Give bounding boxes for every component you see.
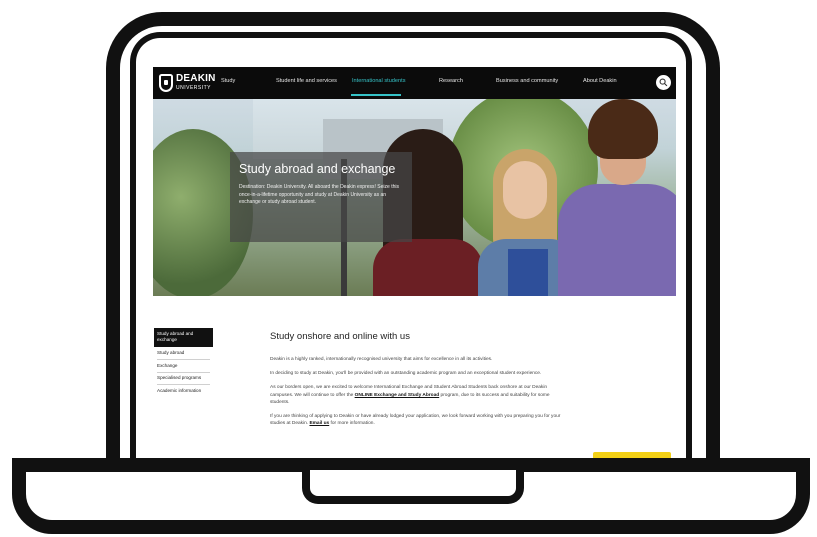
- nav-business-community[interactable]: Business and community: [496, 78, 558, 84]
- sidenav-specialised-programs[interactable]: Specialised programs: [154, 372, 213, 384]
- crest-icon: [159, 74, 173, 92]
- hero-banner: Study abroad and exchange Destination: D…: [153, 99, 676, 296]
- hero-card: Study abroad and exchange Destination: D…: [230, 152, 412, 242]
- nav-international-students[interactable]: International students: [352, 78, 406, 84]
- sidenav-exchange[interactable]: Exchange: [154, 360, 213, 372]
- hero-title: Study abroad and exchange: [239, 162, 396, 176]
- deakin-logo[interactable]: DEAKIN UNIVERSITY: [159, 72, 216, 94]
- laptop-notch: [302, 470, 524, 504]
- paragraph-borders: As our borders open, we are excited to w…: [270, 385, 550, 405]
- sidenav-study-abroad-exchange[interactable]: Study abroad and exchange: [154, 328, 213, 347]
- hero-description: Destination: Deakin University. All aboa…: [239, 184, 399, 205]
- search-button[interactable]: [656, 75, 671, 90]
- search-icon: [659, 78, 668, 87]
- nav-student-life[interactable]: Student life and services: [276, 78, 337, 84]
- paragraph-program: In deciding to study at Deakin, you'll b…: [270, 371, 542, 377]
- paragraph-apply: If you are thinking of applying to Deaki…: [270, 414, 561, 427]
- nav-study[interactable]: Study: [221, 78, 235, 84]
- nav-research[interactable]: Research: [439, 78, 463, 84]
- logo-name: DEAKIN: [176, 72, 216, 84]
- sidenav-study-abroad[interactable]: Study abroad: [154, 347, 213, 359]
- top-navigation: DEAKIN UNIVERSITY Study Student life and…: [153, 67, 676, 99]
- main-content: Study onshore and online with us Deakin …: [270, 331, 570, 434]
- paragraph-intro: Deakin is a highly ranked, international…: [270, 357, 493, 362]
- nav-about-deakin[interactable]: About Deakin: [583, 78, 617, 84]
- sidenav-academic-information[interactable]: Academic information: [154, 385, 213, 397]
- section-heading: Study onshore and online with us: [270, 331, 410, 342]
- laptop-screen: DEAKIN UNIVERSITY Study Student life and…: [153, 67, 676, 460]
- logo-subtitle: UNIVERSITY: [176, 84, 212, 91]
- email-us-link[interactable]: Email us: [309, 421, 329, 426]
- side-navigation: Study abroad and exchange Study abroad E…: [154, 328, 213, 397]
- online-exchange-link[interactable]: ONLINE Exchange and Study Abroad: [355, 393, 440, 398]
- active-nav-indicator: [351, 94, 401, 96]
